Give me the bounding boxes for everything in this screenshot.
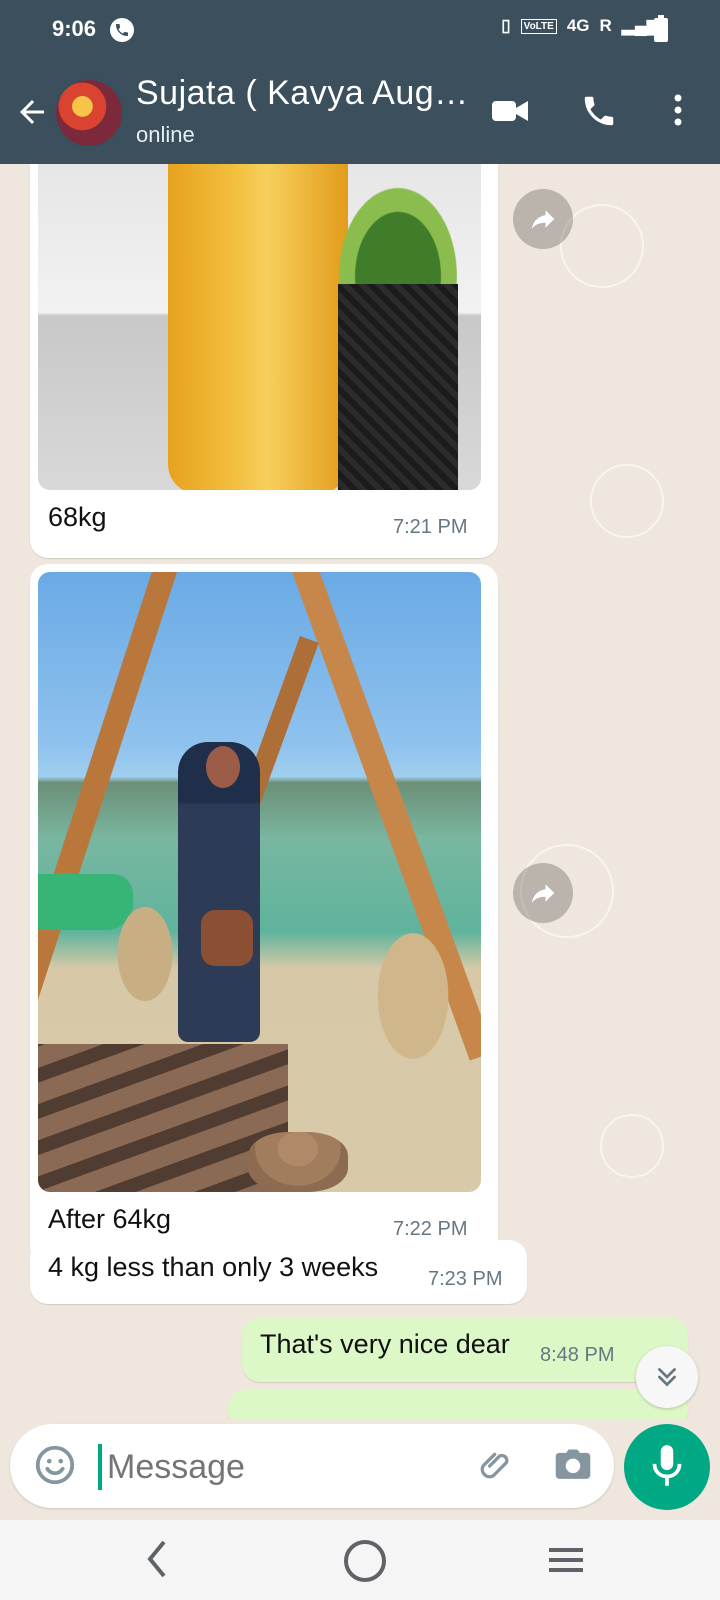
status-indicators: ▯ VoLTE 4G R ▂▄▆ xyxy=(501,16,660,36)
attach-icon[interactable] xyxy=(478,1446,518,1486)
message-caption: After 64kg xyxy=(48,1204,172,1234)
message-time: 7:22 PM xyxy=(393,1218,468,1240)
forward-button[interactable] xyxy=(513,189,573,249)
nav-home-icon[interactable] xyxy=(344,1540,386,1582)
message-time: 7:23 PM xyxy=(428,1268,503,1290)
emoji-icon[interactable] xyxy=(32,1442,78,1488)
wallpaper-doodle xyxy=(600,1114,664,1178)
text-cursor xyxy=(98,1444,102,1490)
battery-icon xyxy=(654,15,668,42)
message-composer xyxy=(10,1424,614,1508)
back-arrow-icon[interactable] xyxy=(14,94,50,130)
forward-icon xyxy=(531,884,555,903)
roaming-label: R xyxy=(599,16,612,35)
forward-button[interactable] xyxy=(513,863,573,923)
photo-plant xyxy=(323,164,473,304)
forward-icon xyxy=(531,210,555,229)
photo-bag xyxy=(201,910,253,966)
voice-message-button[interactable] xyxy=(624,1424,710,1510)
scroll-down-icon xyxy=(658,1368,676,1387)
system-navigation-bar xyxy=(0,1520,720,1600)
voice-call-icon[interactable] xyxy=(580,92,618,130)
chat-header: Sujata ( Kavya Aug… online xyxy=(0,60,720,164)
mic-icon xyxy=(652,1445,682,1486)
nav-menu-icon[interactable] xyxy=(549,1546,583,1574)
active-call-icon xyxy=(110,18,134,42)
photo-grass xyxy=(110,894,180,1014)
photo-stump xyxy=(248,1132,348,1192)
message-caption: 68kg xyxy=(48,502,107,532)
contact-avatar[interactable] xyxy=(54,78,124,148)
message-photo[interactable] xyxy=(38,572,481,1192)
status-bar: 9:06 ▯ VoLTE 4G R ▂▄▆ xyxy=(0,0,720,60)
network-label: 4G xyxy=(566,16,590,35)
message-input[interactable] xyxy=(105,1442,459,1492)
message-time: 8:48 PM xyxy=(540,1344,615,1366)
wallpaper-doodle xyxy=(590,464,664,538)
volte-badge: VoLTE xyxy=(520,18,557,34)
message-text: 4 kg less than only 3 weeks xyxy=(48,1252,379,1282)
message-text: That's very nice dear xyxy=(260,1329,510,1359)
image-message-bubble[interactable]: After 64kg 7:22 PM xyxy=(30,564,498,1266)
scroll-down-button[interactable] xyxy=(636,1346,698,1408)
chat-messages[interactable]: 68kg 7:21 PM After 64kg 7:22 PM 4 kg les… xyxy=(0,164,720,1420)
nav-back-icon[interactable] xyxy=(144,1538,170,1580)
message-photo[interactable] xyxy=(38,164,481,490)
more-options-icon[interactable] xyxy=(666,90,690,130)
outgoing-message-bubble[interactable]: That's very nice dear 8:48 PM xyxy=(242,1318,688,1382)
status-time: 9:06 xyxy=(52,16,97,41)
photo-pot xyxy=(338,284,458,490)
photo-person-head xyxy=(206,746,240,788)
image-message-bubble[interactable]: 68kg 7:21 PM xyxy=(30,164,498,558)
video-call-icon[interactable] xyxy=(490,96,530,126)
message-time: 7:21 PM xyxy=(393,516,468,538)
photo-grass xyxy=(368,916,458,1076)
camera-icon[interactable] xyxy=(552,1446,594,1484)
contact-name[interactable]: Sujata ( Kavya Aug… xyxy=(136,74,469,113)
outgoing-message-bubble[interactable] xyxy=(228,1390,688,1420)
contact-status: online xyxy=(136,122,195,147)
text-message-bubble[interactable]: 4 kg less than only 3 weeks 7:23 PM xyxy=(30,1240,527,1304)
vibrate-icon: ▯ xyxy=(501,16,511,35)
photo-saree xyxy=(168,164,348,490)
